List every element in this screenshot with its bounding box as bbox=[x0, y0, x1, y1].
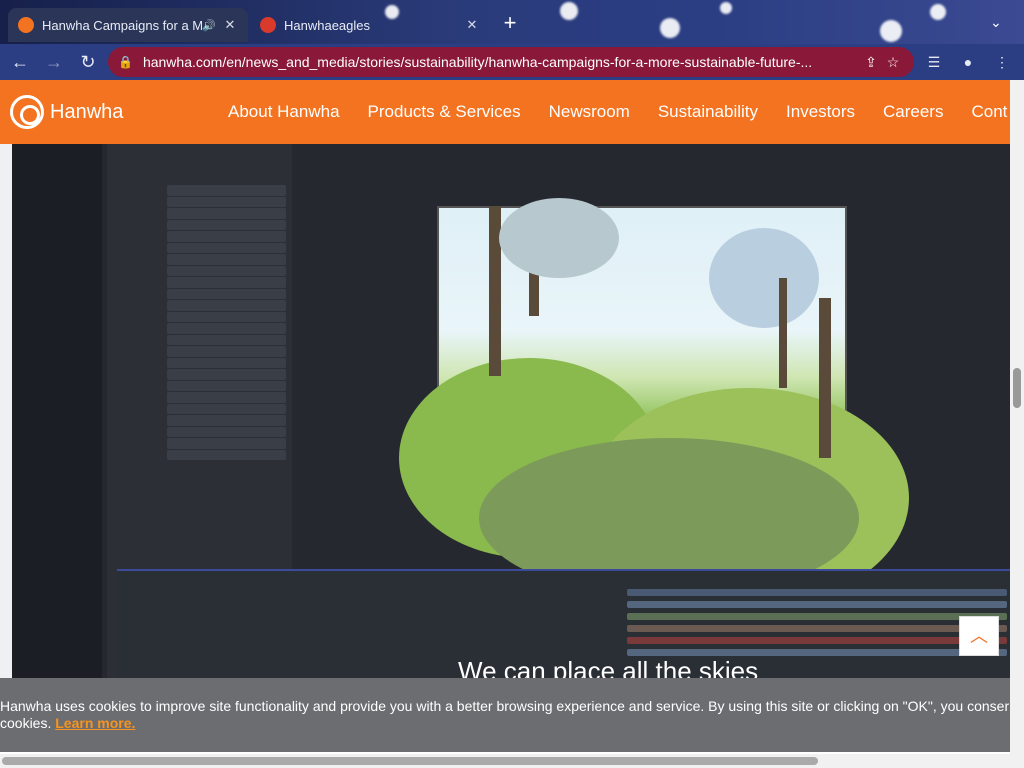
reload-icon[interactable]: ↻ bbox=[74, 48, 102, 76]
close-tab-icon[interactable]: ✕ bbox=[464, 17, 480, 33]
forward-icon[interactable]: → bbox=[40, 48, 68, 76]
back-to-top-button[interactable]: ︿ bbox=[959, 616, 999, 656]
hanwha-favicon-icon bbox=[18, 17, 34, 33]
scroll-thumb[interactable] bbox=[2, 757, 818, 765]
logo-text: Hanwha bbox=[50, 100, 124, 123]
site-header: Hanwha About Hanwha Products & Services … bbox=[0, 80, 1010, 144]
tab-search-icon[interactable]: ⌄ bbox=[990, 14, 1002, 31]
decorative-bokeh bbox=[560, 2, 578, 20]
vertical-scrollbar[interactable] bbox=[1010, 80, 1024, 754]
main-nav: About Hanwha Products & Services Newsroo… bbox=[228, 80, 1007, 144]
tab-title: Hanwhaeagles bbox=[284, 17, 371, 33]
browser-tab[interactable]: Hanwhaeagles ✕ bbox=[250, 8, 490, 42]
bookmark-star-icon[interactable]: ☆ bbox=[882, 54, 904, 71]
hanwha-logo[interactable]: Hanwha bbox=[10, 95, 123, 129]
lock-icon[interactable]: 🔒 bbox=[118, 55, 133, 69]
browser-tab-active[interactable]: Hanwha Campaigns for a Mo 🔊 ✕ bbox=[8, 8, 248, 42]
decorative-bokeh bbox=[660, 18, 680, 38]
video-subtitle: We can place all the skies bbox=[458, 656, 759, 678]
decorative-bokeh bbox=[880, 20, 902, 42]
article-content: We can place all the skies bbox=[0, 144, 1010, 678]
cookie-text-line1: Hanwha uses cookies to improve site func… bbox=[0, 698, 1010, 714]
address-bar[interactable]: 🔒 hanwha.com/en/news_and_media/stories/s… bbox=[108, 47, 914, 77]
share-icon[interactable]: ⇪ bbox=[860, 54, 882, 71]
tab-title: Hanwha Campaigns for a Mo bbox=[42, 17, 203, 33]
chevron-up-icon: ︿ bbox=[970, 626, 988, 646]
cookie-text-line2: cookies. bbox=[0, 715, 52, 731]
audio-playing-icon[interactable]: 🔊 bbox=[202, 19, 216, 32]
nav-careers[interactable]: Careers bbox=[883, 102, 943, 122]
close-tab-icon[interactable]: ✕ bbox=[222, 17, 238, 33]
hanwha-logo-icon bbox=[10, 95, 44, 129]
cookie-banner: Hanwha uses cookies to improve site func… bbox=[0, 678, 1010, 752]
new-tab-button[interactable]: + bbox=[498, 12, 522, 36]
video-player[interactable]: We can place all the skies bbox=[12, 144, 1010, 678]
profile-avatar-icon[interactable]: ● bbox=[956, 48, 980, 76]
nav-contact[interactable]: Cont bbox=[971, 102, 1007, 122]
decorative-bokeh bbox=[930, 4, 946, 20]
eagles-favicon-icon bbox=[260, 17, 276, 33]
toolbar-right: ☰ ● ⋮ bbox=[922, 48, 1014, 76]
learn-more-link[interactable]: Learn more. bbox=[55, 715, 135, 731]
menu-kebab-icon[interactable]: ⋮ bbox=[990, 48, 1014, 76]
nav-sustainability[interactable]: Sustainability bbox=[658, 102, 758, 122]
browser-tab-bar: Hanwha Campaigns for a Mo 🔊 ✕ Hanwhaeagl… bbox=[0, 0, 1024, 44]
url-text[interactable]: hanwha.com/en/news_and_media/stories/sus… bbox=[143, 54, 860, 70]
back-icon[interactable]: ← bbox=[6, 48, 34, 76]
nav-about[interactable]: About Hanwha bbox=[228, 102, 340, 122]
reading-list-icon[interactable]: ☰ bbox=[922, 48, 946, 76]
nav-newsroom[interactable]: Newsroom bbox=[549, 102, 630, 122]
nav-investors[interactable]: Investors bbox=[786, 102, 855, 122]
decorative-bokeh bbox=[720, 2, 732, 14]
browser-toolbar: ← → ↻ 🔒 hanwha.com/en/news_and_media/sto… bbox=[0, 44, 1024, 80]
video-frame-landscape bbox=[399, 198, 909, 608]
nav-products[interactable]: Products & Services bbox=[368, 102, 521, 122]
horizontal-scrollbar[interactable] bbox=[0, 754, 1024, 768]
scroll-thumb[interactable] bbox=[1013, 368, 1021, 408]
